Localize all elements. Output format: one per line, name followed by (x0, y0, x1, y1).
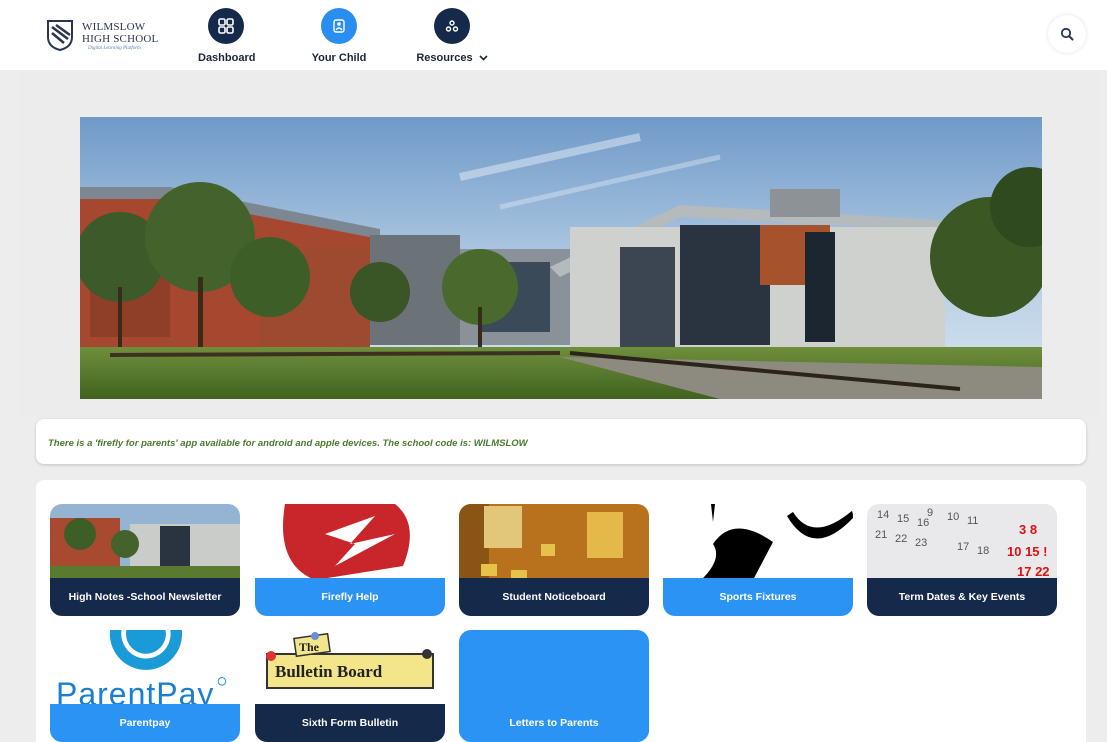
school-name-line2: HIGH SCHOOL (82, 33, 159, 45)
svg-text:17: 17 (957, 541, 969, 553)
school-building-banner-image (80, 117, 1042, 399)
tile-letters-to-parents[interactable]: Letters to Parents (459, 630, 649, 742)
tile-parentpay[interactable]: ParentPay Parentpay (50, 630, 240, 742)
tile-firefly-help-label: Firefly Help (255, 578, 445, 616)
bulletin-logo-text-the: The (299, 640, 320, 654)
svg-text:10: 10 (947, 511, 959, 523)
svg-text:17 22: 17 22 (1017, 564, 1050, 579)
grid-icon (208, 8, 244, 44)
tile-high-notes-label: High Notes -School Newsletter (50, 578, 240, 616)
svg-text:9: 9 (927, 507, 933, 519)
nav-dashboard[interactable]: Dashboard (198, 8, 256, 64)
tile-sports-fixtures[interactable]: Sports Fixtures (663, 504, 853, 616)
app-notice-banner: There is a 'firefly for parents' app ava… (36, 419, 1086, 464)
noticeboard-thumbnail-image (459, 504, 649, 580)
nav-your-child[interactable]: Your Child (308, 8, 370, 64)
tile-firefly-help[interactable]: Firefly Help (255, 504, 445, 616)
newsletter-thumbnail-image (50, 504, 240, 580)
tile-parentpay-label: Parentpay (50, 704, 240, 742)
search-button[interactable] (1048, 15, 1086, 53)
school-crest-icon (47, 20, 73, 51)
tile-sports-fixtures-label: Sports Fixtures (663, 578, 853, 616)
tile-term-dates[interactable]: 14 15 16 21 22 23 9 10 11 17 18 3 8 10 15 ! 17 22… (867, 504, 1057, 616)
tile-sixth-form-bulletin-label: Sixth Form Bulletin (255, 704, 445, 742)
child-icon (321, 8, 357, 44)
nav-resources-label: Resources (412, 52, 492, 64)
svg-text:15: 15 (897, 513, 909, 525)
calendar-thumbnail-image: 14 15 16 21 22 23 9 10 11 17 18 3 810 15 !17 22 (867, 504, 1057, 580)
search-icon (1060, 27, 1074, 41)
nav-dashboard-label: Dashboard (198, 52, 256, 64)
resources-icon (434, 8, 470, 44)
nav-resources[interactable]: Resources (412, 8, 492, 64)
tile-student-noticeboard[interactable]: Student Noticeboard (459, 504, 649, 616)
nav-resources-text: Resources (416, 52, 473, 64)
tile-sixth-form-bulletin[interactable]: The Bulletin Board Sixth Form Bulletin (255, 630, 445, 742)
svg-text:3 8: 3 8 (1019, 522, 1037, 537)
tile-student-noticeboard-label: Student Noticeboard (459, 578, 649, 616)
tile-letters-to-parents-label: Letters to Parents (459, 704, 649, 742)
svg-text:14: 14 (877, 509, 889, 521)
top-navigation-bar: WILMSLOW HIGH SCHOOL Digital Learning Pl… (0, 0, 1107, 70)
svg-text:11: 11 (967, 515, 978, 527)
nav-your-child-label: Your Child (311, 52, 367, 64)
app-notice-text: There is a 'firefly for parents' app ava… (48, 438, 528, 449)
bulletin-logo-text: Bulletin Board (275, 662, 383, 681)
school-logo[interactable]: WILMSLOW HIGH SCHOOL Digital Learning Pl… (46, 17, 166, 57)
tile-high-notes-newsletter[interactable]: High Notes -School Newsletter (50, 504, 240, 616)
svg-text:23: 23 (915, 537, 927, 549)
svg-text:18: 18 (977, 545, 989, 557)
svg-text:21: 21 (875, 529, 887, 541)
firefly-logo-icon (255, 504, 445, 580)
school-name-line1: WILMSLOW (82, 21, 146, 33)
tile-term-dates-label: Term Dates & Key Events (867, 578, 1057, 616)
svg-text:10 15 !: 10 15 ! (1007, 544, 1047, 559)
svg-text:22: 22 (895, 533, 907, 545)
school-tagline: Digital Learning Platform (88, 46, 141, 51)
sports-thumbnail-image (663, 504, 853, 580)
chevron-down-icon (479, 55, 488, 61)
